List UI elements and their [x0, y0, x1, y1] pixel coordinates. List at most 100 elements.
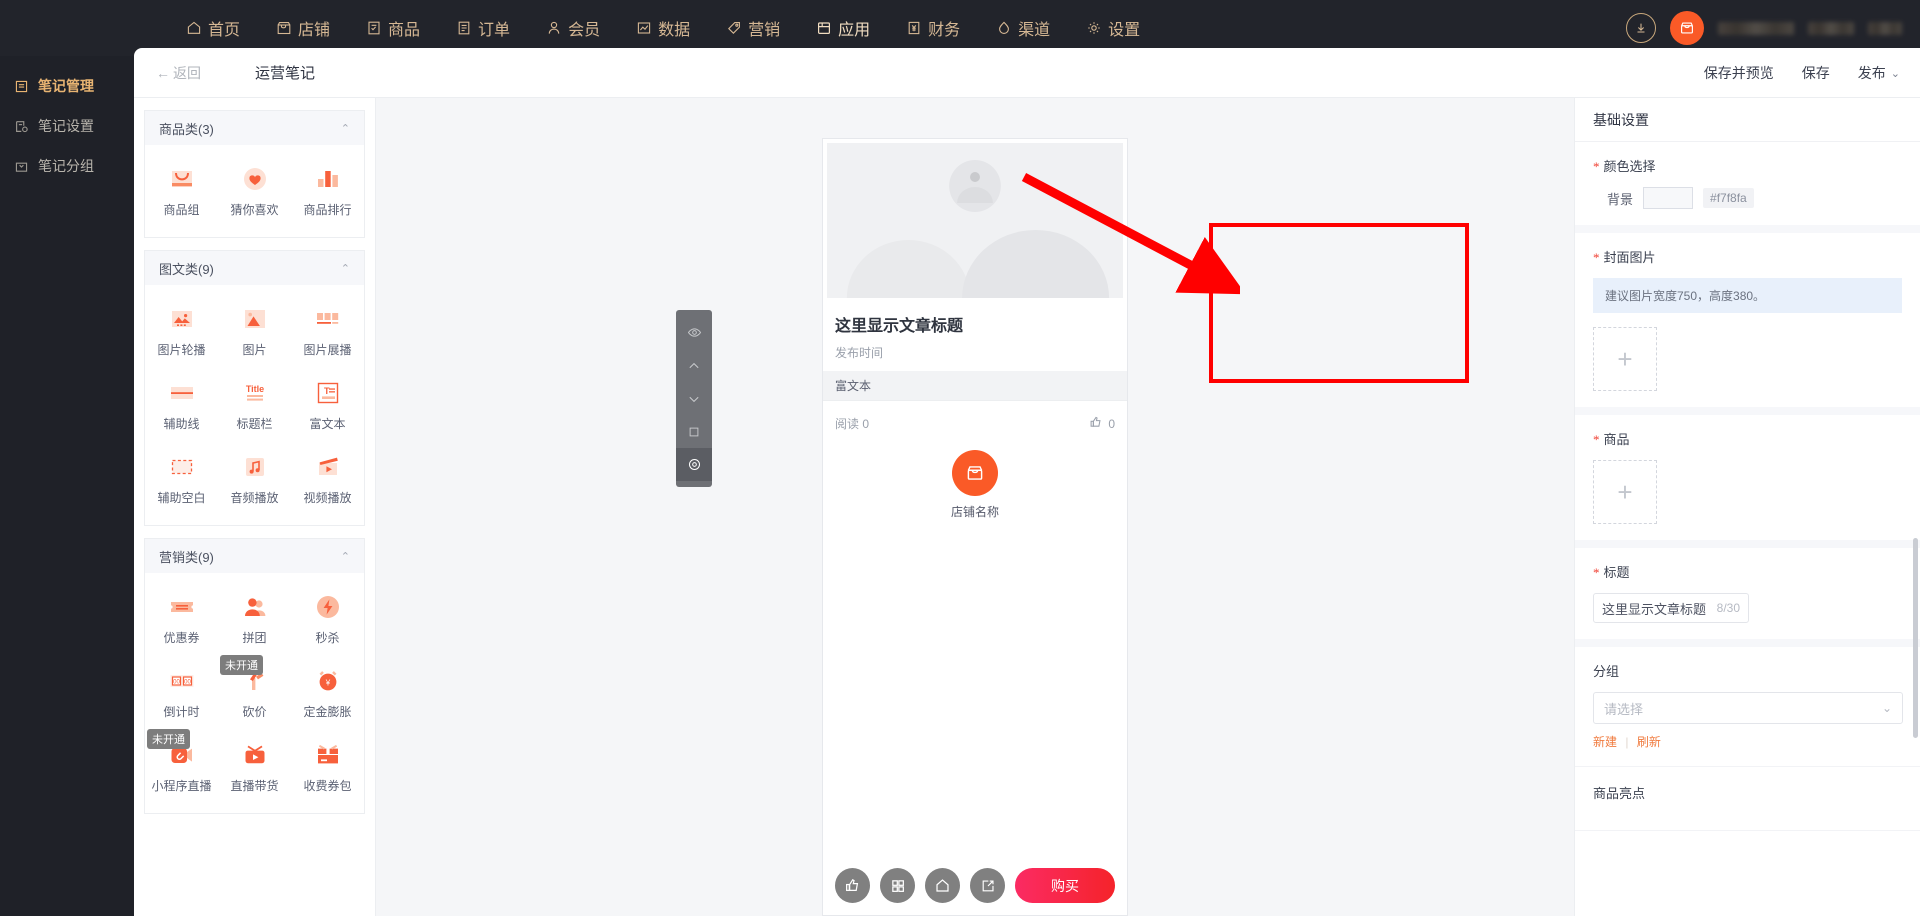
home-icon[interactable] [925, 868, 960, 903]
component-divider[interactable]: 辅助线 [145, 369, 218, 443]
component-label: 富文本 [309, 417, 346, 431]
sidebar-item-note-management[interactable]: 笔记管理 [0, 66, 134, 106]
component-group-header[interactable]: 图文类(9) ⌃ [145, 251, 364, 285]
chevron-up-icon[interactable]: ⌃ [341, 550, 350, 563]
settings-target-icon[interactable] [676, 448, 712, 481]
svg-text:T: T [324, 386, 330, 396]
app-root: 首页 店铺 商品 订单 会员 数据 营销 应用 财务 渠道 设置 笔记管理 笔记… [0, 0, 1920, 916]
component-group-header[interactable]: 营销类(9) ⌃ [145, 539, 364, 573]
copy-icon[interactable] [676, 415, 712, 448]
eye-icon[interactable] [676, 316, 712, 349]
goods-add-button[interactable]: + [1593, 460, 1657, 524]
preview-rich-text-block[interactable]: 富文本 [823, 371, 1127, 401]
goods-icon [366, 20, 382, 36]
channel-icon [996, 20, 1012, 36]
flash-sale-icon [316, 596, 339, 618]
component-label: 小程序直播 [151, 779, 212, 793]
app-shell: ← 返回 运营笔记 保存并预览 保存 发布 ⌄ 商品类(3) ⌃ 商品组 猜你喜… [134, 48, 1920, 916]
component-group-header[interactable]: 商品类(3) ⌃ [145, 111, 364, 145]
save-button[interactable]: 保存 [1802, 63, 1830, 83]
chevron-down-icon: ⌄ [1890, 67, 1900, 80]
color-section: 颜色选择 背景 #f7f8fa [1575, 142, 1920, 233]
component-label: 倒计时 [163, 705, 200, 719]
not-activated-badge: 未开通 [220, 655, 263, 675]
nav-label: 营销 [748, 22, 781, 39]
preview-spacer [823, 540, 1127, 858]
group-section: 分组 请选择 ⌄ 新建 | 刷新 [1575, 647, 1920, 767]
group-select-placeholder: 请选择 [1604, 701, 1644, 717]
settings-scrollbar[interactable] [1913, 538, 1918, 738]
grid-icon[interactable] [880, 868, 915, 903]
component-blank-space[interactable]: 辅助空白 [145, 443, 218, 517]
component-goods-group[interactable]: 商品组 [145, 155, 218, 229]
nav-label: 首页 [208, 22, 241, 39]
component-label: 拼团 [242, 631, 267, 645]
store-avatar-icon[interactable] [1670, 11, 1704, 45]
refresh-group-link[interactable]: 刷新 [1637, 735, 1661, 749]
rich-text-icon: T [317, 382, 338, 404]
page-header: ← 返回 运营笔记 保存并预览 保存 发布 ⌄ [134, 48, 1920, 98]
publish-button[interactable]: 发布 ⌄ [1858, 63, 1900, 83]
chevron-up-icon[interactable]: ⌃ [341, 262, 350, 275]
title-input[interactable]: 这里显示文章标题 8/30 [1593, 593, 1749, 623]
component-live-sell[interactable]: 直播带货 [218, 731, 291, 805]
component-mini-live[interactable]: 未开通 小程序直播 [145, 729, 218, 805]
color-swatch[interactable] [1643, 187, 1694, 209]
blank-space-icon [171, 459, 192, 475]
sidebar-item-note-settings[interactable]: 笔记设置 [0, 106, 134, 146]
apps-icon [816, 20, 832, 36]
order-icon [456, 20, 472, 36]
arrow-up-icon[interactable] [676, 349, 712, 382]
component-guess-you-like[interactable]: 猜你喜欢 [218, 155, 291, 229]
nav-label: 店铺 [298, 22, 331, 39]
like-count: 0 [1108, 416, 1115, 431]
new-group-link[interactable]: 新建 [1593, 735, 1617, 749]
save-and-preview-button[interactable]: 保存并预览 [1704, 63, 1774, 83]
component-rich-text[interactable]: T 富文本 [291, 369, 364, 443]
component-label: 收费券包 [303, 779, 352, 793]
cover-image-upload-button[interactable]: + [1593, 327, 1657, 391]
coupon-icon [170, 602, 193, 612]
component-paid-coupon[interactable]: ¥ 收费券包 [291, 731, 364, 805]
back-button[interactable]: ← 返回 [156, 63, 201, 83]
image-show-icon [316, 313, 338, 324]
plus-icon: + [1617, 344, 1633, 374]
component-flash-sale[interactable]: 秒杀 [291, 583, 364, 657]
buy-button[interactable]: 购买 [1015, 868, 1115, 903]
component-group-body: 图片轮播 图片 图片展播 辅助线 Title 标题栏 T 富文本 辅助空白 音频… [145, 285, 364, 525]
member-icon [546, 20, 562, 36]
group-select[interactable]: 请选择 ⌄ [1593, 692, 1903, 724]
component-title-bar[interactable]: Title 标题栏 [218, 369, 291, 443]
download-icon[interactable] [1626, 13, 1656, 43]
component-label: 辅助线 [163, 417, 200, 431]
svg-text:00: 00 [184, 679, 191, 685]
component-label: 视频播放 [303, 491, 352, 505]
arrow-left-icon: ← [156, 64, 170, 81]
arrow-down-icon[interactable] [676, 382, 712, 415]
component-audio[interactable]: 音频播放 [218, 443, 291, 517]
component-image-show[interactable]: 图片展播 [291, 295, 364, 369]
component-deposit[interactable]: ¥ 定金膨胀 [291, 657, 364, 731]
component-image[interactable]: 图片 [218, 295, 291, 369]
component-bargain[interactable]: 未开通 砍价 [218, 655, 291, 731]
title-section: 标题 这里显示文章标题 8/30 [1575, 548, 1920, 647]
component-coupon[interactable]: 优惠券 [145, 583, 218, 657]
finance-icon [906, 20, 922, 36]
group-field-label: 分组 [1593, 664, 1620, 679]
sidebar-item-note-group[interactable]: 笔记分组 [0, 146, 134, 186]
component-image-carousel[interactable]: 图片轮播 [145, 295, 218, 369]
chevron-up-icon[interactable]: ⌃ [341, 122, 350, 135]
component-group: 商品类(3) ⌃ 商品组 猜你喜欢 商品排行 [144, 110, 365, 238]
highlight-section-label: 商品亮点 [1593, 786, 1646, 801]
component-video[interactable]: 视频播放 [291, 443, 364, 517]
component-group-buy[interactable]: 拼团 [218, 583, 291, 657]
nav-label: 会员 [568, 22, 601, 39]
component-goods-rank[interactable]: 商品排行 [291, 155, 364, 229]
group-actions: 新建 | 刷新 [1593, 733, 1902, 750]
note-list-icon [14, 79, 29, 94]
thumbs-up-icon[interactable] [835, 868, 870, 903]
component-countdown[interactable]: 00 00 倒计时 [145, 657, 218, 731]
share-icon[interactable] [970, 868, 1005, 903]
cover-image-tip: 建议图片宽度750，高度380。 [1593, 278, 1902, 313]
color-hex-value: #f7f8fa [1703, 188, 1754, 208]
